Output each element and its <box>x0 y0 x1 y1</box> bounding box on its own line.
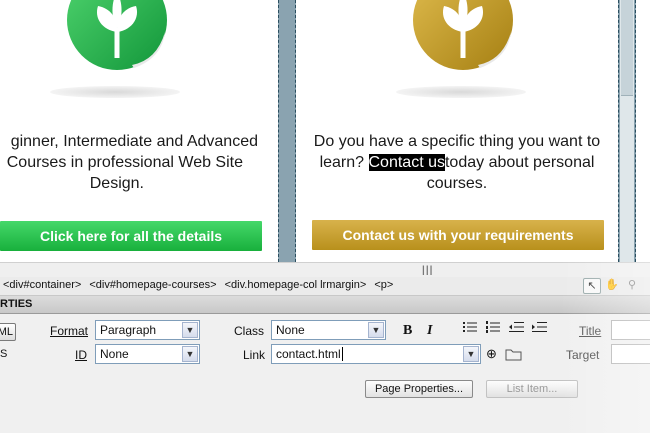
right-blurb-line: Do you have a specific thing you want to <box>313 133 601 150</box>
title-input[interactable] <box>611 320 650 340</box>
format-select[interactable]: Paragraph ▼ <box>95 320 200 340</box>
leaf-logo-gold-icon <box>413 0 513 70</box>
right-blurb-line: courses. <box>426 175 488 192</box>
scrollbar-thumb[interactable] <box>621 0 633 96</box>
right-blurb-text: learn? <box>319 154 365 171</box>
left-blurb-line: Design. <box>89 175 144 192</box>
zoom-tool-icon[interactable]: ⚲ <box>624 278 640 292</box>
tag-selector-item[interactable]: <p> <box>374 279 393 291</box>
right-blurb-line: learn? Contact ustoday about personal <box>300 152 614 173</box>
class-select[interactable]: None ▼ <box>271 320 386 340</box>
point-to-file-icon[interactable]: ⊕ <box>486 346 497 362</box>
chevron-down-icon[interactable]: ▼ <box>368 322 384 338</box>
link-input[interactable]: contact.html ▼ <box>271 344 481 364</box>
css-mode-label: S <box>0 348 8 360</box>
unordered-list-icon[interactable] <box>463 321 478 337</box>
tag-selector-item[interactable]: <div#container> <box>3 279 81 291</box>
pointer-tool-icon[interactable]: ↖ <box>583 278 601 294</box>
target-select[interactable] <box>611 344 650 364</box>
chevron-down-icon[interactable]: ▼ <box>182 346 198 362</box>
properties-panel-header[interactable]: RTIES <box>0 296 650 314</box>
class-label: Class <box>234 324 265 338</box>
format-label-text: Format <box>50 324 89 338</box>
logo-shadow <box>50 86 180 98</box>
properties-panel: ML S Format Paragraph ▼ ID None ▼ Class … <box>0 314 650 433</box>
chevron-down-icon[interactable]: ▼ <box>182 322 198 338</box>
title-label: Title <box>579 324 601 338</box>
left-blurb-line: ginner, Intermediate and Advanced <box>10 133 258 150</box>
properties-tab[interactable]: RTIES <box>0 296 36 310</box>
panel-resize-bar[interactable]: ┃┃┃ <box>0 262 650 277</box>
indent-icon[interactable] <box>532 321 547 337</box>
outdent-icon[interactable] <box>509 321 524 337</box>
bold-button[interactable]: B <box>403 323 412 339</box>
format-label: Format <box>50 324 88 338</box>
italic-button[interactable]: I <box>427 323 432 339</box>
text-cursor <box>341 347 343 361</box>
link-label: Link <box>243 348 266 362</box>
tag-selector-item[interactable]: <div#homepage-courses> <box>89 279 216 291</box>
hand-tool-icon[interactable]: ✋ <box>604 278 620 292</box>
title-label-text: Title <box>579 324 602 338</box>
canvas-scrollbar[interactable] <box>620 0 634 262</box>
grip-handle-icon[interactable]: ┃┃┃ <box>421 266 433 275</box>
target-label: Target <box>566 348 600 362</box>
list-item-button[interactable]: List Item... <box>486 380 578 398</box>
html-mode-button[interactable]: ML <box>0 323 16 341</box>
left-blurb-line: Courses in professional Web Site <box>6 154 243 171</box>
id-label: ID <box>75 348 87 362</box>
design-canvas[interactable]: ginner, Intermediate and Advanced Course… <box>0 0 650 262</box>
folder-icon[interactable] <box>505 348 522 364</box>
id-label-text: ID <box>75 348 87 362</box>
tag-selector-item[interactable]: <div.homepage-col lrmargin> <box>225 279 367 291</box>
ordered-list-icon[interactable] <box>486 321 501 337</box>
class-value: None <box>276 323 305 337</box>
leaf-logo-green-icon <box>67 0 167 70</box>
column-divider <box>278 0 296 262</box>
html-mode-label: ML <box>0 326 13 338</box>
id-value: None <box>100 347 129 361</box>
contact-button[interactable]: Contact us with your requirements <box>312 220 604 250</box>
link-value: contact.html <box>276 347 341 361</box>
id-select[interactable]: None ▼ <box>95 344 200 364</box>
left-blurb: ginner, Intermediate and Advanced Course… <box>0 131 258 194</box>
details-button[interactable]: Click here for all the details <box>0 221 262 251</box>
logo-shadow <box>396 86 526 98</box>
selected-text[interactable]: Contact us <box>368 154 445 171</box>
page-properties-button[interactable]: Page Properties... <box>365 380 473 398</box>
right-blurb-text: today about personal <box>444 154 595 171</box>
right-blurb[interactable]: Do you have a specific thing you want to… <box>300 131 614 194</box>
tag-selector-bar: <div#container> <div#homepage-courses> <… <box>0 277 650 296</box>
chevron-down-icon[interactable]: ▼ <box>463 346 479 362</box>
css-mode-button[interactable]: S <box>0 348 7 360</box>
format-value: Paragraph <box>100 323 157 337</box>
